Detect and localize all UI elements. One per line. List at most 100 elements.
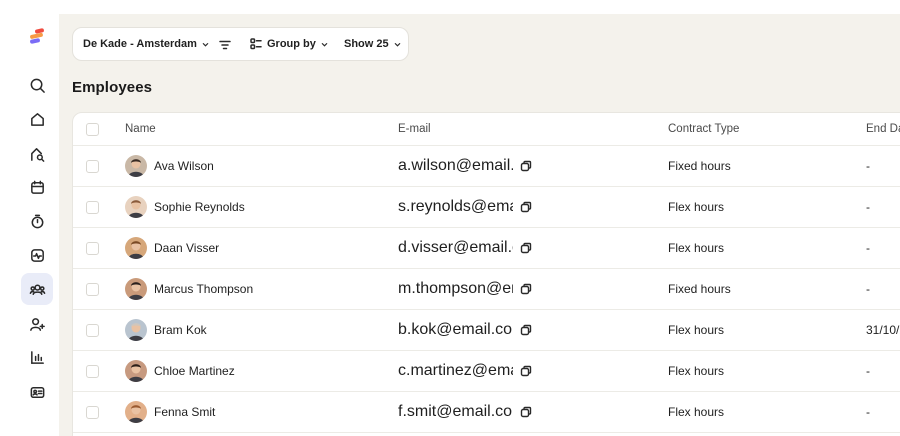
table-row[interactable]: Ava Wilson a.wilson@email.com Fixed hours - <box>73 146 900 187</box>
nav-add-user[interactable] <box>21 308 53 340</box>
nav-reports[interactable] <box>21 341 53 373</box>
employees-table: Name E-mail Contract Type End Da Ava Wil… <box>72 112 900 436</box>
show-count-label: Show 25 <box>344 38 389 50</box>
employee-name[interactable]: Sophie Reynolds <box>154 200 245 214</box>
row-checkbox[interactable] <box>86 323 99 337</box>
select-all-checkbox[interactable] <box>86 122 99 136</box>
copy-icon <box>520 160 532 172</box>
end-date: 31/10/2 <box>866 323 900 337</box>
location-dropdown[interactable]: De Kade - Amsterdam <box>83 38 209 50</box>
employee-email: m.thompson@email.co <box>398 280 513 297</box>
table-row[interactable]: Fenna Smit f.smit@email.com Flex hours - <box>73 392 900 433</box>
contract-type: Fixed hours <box>668 282 731 296</box>
table-row[interactable]: Marcus Thompson m.thompson@email.co Fixed … <box>73 269 900 310</box>
location-label: De Kade - Amsterdam <box>83 38 197 50</box>
employee-name[interactable]: Fenna Smit <box>154 405 215 419</box>
row-checkbox[interactable] <box>86 364 99 378</box>
nav-search[interactable] <box>21 69 53 101</box>
row-select-cell <box>86 392 99 432</box>
calendar-icon <box>30 180 44 194</box>
column-header-email[interactable]: E-mail <box>398 113 431 145</box>
copy-icon <box>520 365 532 377</box>
nav-calendar[interactable] <box>21 171 53 203</box>
filter-button[interactable] <box>219 39 231 51</box>
end-date: - <box>866 159 870 173</box>
employee-name[interactable]: Daan Visser <box>154 241 219 255</box>
row-select-cell <box>86 351 99 391</box>
copy-email-button[interactable] <box>520 269 532 309</box>
copy-email-button[interactable] <box>520 392 532 432</box>
email-cell: b.kok@email.com <box>398 310 513 350</box>
email-cell: m.thompson@email.co <box>398 269 513 309</box>
copy-email-button[interactable] <box>520 146 532 186</box>
row-checkbox[interactable] <box>86 405 99 419</box>
column-header-name[interactable]: Name <box>125 113 156 145</box>
employee-email: s.reynolds@email.com <box>398 198 513 215</box>
email-cell: f.smit@email.com <box>398 392 513 432</box>
employee-email: c.martinez@email.com <box>398 362 513 379</box>
table-row[interactable]: Chloe Martinez c.martinez@email.com Flex h… <box>73 351 900 392</box>
nav-time[interactable] <box>21 205 53 237</box>
copy-email-button[interactable] <box>520 351 532 391</box>
nav-locations[interactable] <box>21 138 53 170</box>
employee-name[interactable]: Marcus Thompson <box>154 282 253 296</box>
row-select-cell <box>86 146 99 186</box>
sidebar <box>0 0 59 436</box>
employee-name[interactable]: Bram Kok <box>154 323 207 337</box>
copy-email-button[interactable] <box>520 187 532 227</box>
avatar <box>125 401 147 423</box>
app: De Kade - Amsterdam Group by Show 25 Emp… <box>0 0 900 436</box>
contract-type: Flex hours <box>668 364 725 378</box>
email-cell: a.wilson@email.com <box>398 146 513 186</box>
row-select-cell <box>86 228 99 268</box>
group-by-label: Group by <box>267 38 316 50</box>
avatar <box>125 319 147 341</box>
column-header-end-date[interactable]: End Da <box>866 113 900 145</box>
table-row[interactable]: Sophie Reynolds s.reynolds@email.com Flex … <box>73 187 900 228</box>
copy-email-button[interactable] <box>520 228 532 268</box>
employee-name[interactable]: Chloe Martinez <box>154 364 235 378</box>
column-header-contract[interactable]: Contract Type <box>668 113 739 145</box>
table-row[interactable]: Bram Kok b.kok@email.com Flex hours 31/10/2 <box>73 310 900 351</box>
row-checkbox[interactable] <box>86 200 99 214</box>
chevron-down-icon <box>202 41 209 48</box>
end-date: - <box>866 241 870 255</box>
employee-email: f.smit@email.com <box>398 403 513 420</box>
row-select-cell <box>86 269 99 309</box>
chevron-down-icon <box>321 41 328 48</box>
filter-icon <box>219 40 231 50</box>
copy-icon <box>520 242 532 254</box>
contract-type: Flex hours <box>668 323 725 337</box>
search-icon <box>30 78 45 93</box>
activity-icon <box>30 248 44 262</box>
employee-name[interactable]: Ava Wilson <box>154 159 214 173</box>
avatar <box>125 237 147 259</box>
contract-type: Flex hours <box>668 405 725 419</box>
copy-icon <box>520 283 532 295</box>
avatar <box>125 155 147 177</box>
page-title: Employees <box>72 79 153 96</box>
location-search-icon <box>30 147 44 162</box>
nav-home[interactable] <box>21 103 53 135</box>
employee-cell: Chloe Martinez <box>125 351 235 391</box>
group-by-dropdown[interactable]: Group by <box>250 38 328 50</box>
row-select-cell <box>86 187 99 227</box>
row-checkbox[interactable] <box>86 159 99 173</box>
employee-email: a.wilson@email.com <box>398 157 513 174</box>
nav-id-cards[interactable] <box>21 376 53 408</box>
row-select-cell <box>86 310 99 350</box>
end-date: - <box>866 282 870 296</box>
row-checkbox[interactable] <box>86 282 99 296</box>
nav-activity[interactable] <box>21 239 53 271</box>
table-row[interactable]: Daan Visser d.visser@email.com Flex hours - <box>73 228 900 269</box>
brand-logo[interactable] <box>28 28 46 46</box>
end-date: - <box>866 405 870 419</box>
contract-type: Flex hours <box>668 241 725 255</box>
row-checkbox[interactable] <box>86 241 99 255</box>
employee-cell: Bram Kok <box>125 310 207 350</box>
employee-email: b.kok@email.com <box>398 321 513 338</box>
copy-email-button[interactable] <box>520 310 532 350</box>
show-count-dropdown[interactable]: Show 25 <box>344 38 401 50</box>
nav-team[interactable] <box>21 273 53 305</box>
contract-type: Fixed hours <box>668 159 731 173</box>
